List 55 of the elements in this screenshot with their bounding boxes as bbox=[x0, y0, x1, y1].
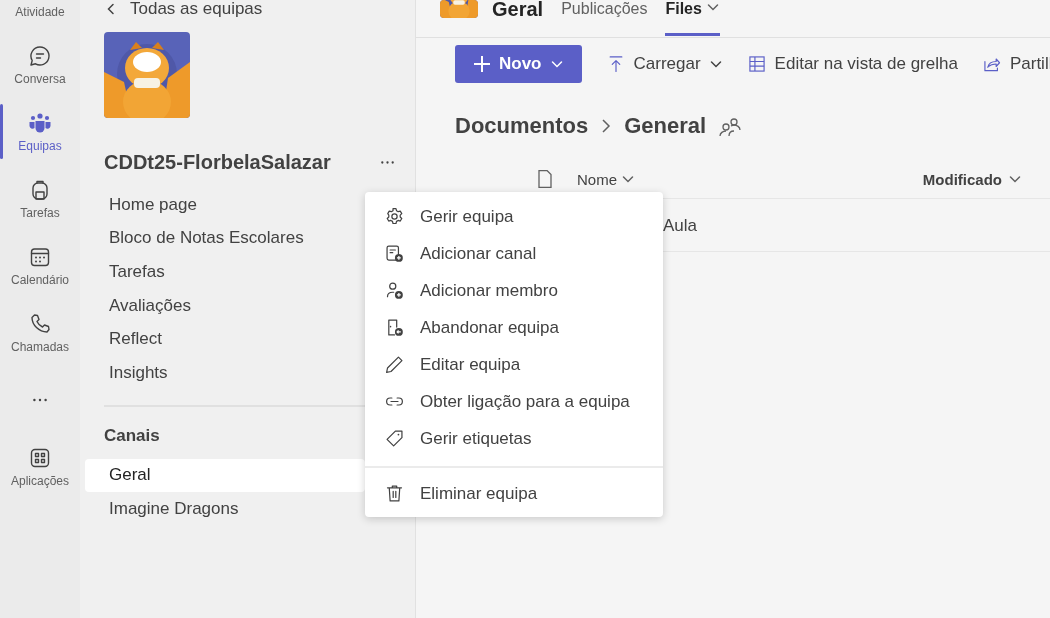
rail-button[interactable]: Chamadas bbox=[0, 299, 80, 366]
more-options-button[interactable] bbox=[381, 160, 394, 164]
chevron-right-icon bbox=[600, 118, 613, 134]
list-add-icon bbox=[384, 243, 405, 264]
menu-item[interactable]: Gerir etiquetas bbox=[365, 420, 663, 457]
pencil-icon bbox=[384, 354, 405, 375]
menu-item[interactable]: Editar equipa bbox=[365, 346, 663, 383]
rail-button[interactable]: Calendário bbox=[0, 232, 80, 299]
nav-item[interactable]: Tarefas bbox=[85, 255, 365, 289]
more-icon bbox=[381, 160, 394, 164]
toolbar-button[interactable]: Carregar bbox=[605, 54, 723, 74]
grid-icon bbox=[746, 54, 767, 74]
file-name[interactable]: Aula bbox=[663, 216, 698, 236]
nav-item[interactable]: Home page bbox=[85, 188, 365, 222]
menu-item[interactable]: Obter ligação para a equipa bbox=[365, 383, 663, 420]
rail-button[interactable]: Tarefas bbox=[0, 165, 80, 232]
chat-icon bbox=[28, 43, 52, 68]
trash-icon bbox=[384, 483, 405, 504]
rail-button[interactable]: Equipas bbox=[0, 98, 80, 165]
rail-button[interactable]: Aplicações bbox=[0, 433, 80, 500]
phone-icon bbox=[28, 311, 52, 336]
people-icon bbox=[28, 110, 52, 135]
more-icon bbox=[33, 397, 47, 402]
file-icon bbox=[538, 170, 552, 188]
tab[interactable]: Publicações bbox=[561, 0, 648, 36]
person-add-icon bbox=[384, 280, 405, 301]
nav-item[interactable]: Reflect bbox=[85, 322, 365, 356]
rail-button[interactable]: Atividade bbox=[0, 0, 80, 31]
menu-item[interactable]: Abandonar equipa bbox=[365, 309, 663, 346]
menu-item[interactable]: Adicionar membro bbox=[365, 272, 663, 309]
nav-item[interactable]: Bloco de Notas Escolares bbox=[85, 221, 365, 256]
tab[interactable]: Files bbox=[665, 0, 720, 36]
rail-button[interactable]: Conversa bbox=[0, 31, 80, 98]
back-link[interactable]: Todas as equipas bbox=[104, 0, 263, 19]
channel-item[interactable]: Geral bbox=[85, 458, 365, 493]
new-button[interactable]: Novo bbox=[455, 45, 582, 83]
column-header[interactable]: Modificado bbox=[922, 170, 1002, 188]
channel-title: Geral bbox=[492, 0, 544, 21]
selection-bar bbox=[0, 104, 3, 159]
column-header[interactable]: Nome bbox=[577, 170, 617, 188]
tag-icon bbox=[384, 428, 405, 449]
breadcrumb-item[interactable]: Documentos bbox=[455, 113, 589, 139]
channel-item[interactable]: Imagine Dragons bbox=[85, 492, 365, 526]
section-heading: Canais bbox=[104, 424, 160, 447]
menu-item[interactable]: Gerir equipa bbox=[365, 198, 663, 235]
breadcrumb-item: General bbox=[624, 113, 707, 139]
menu-item[interactable]: Adicionar canal bbox=[365, 235, 663, 272]
toolbar-button[interactable]: Partill bbox=[981, 54, 1050, 74]
nav-item[interactable]: Avaliações bbox=[85, 288, 365, 323]
toolbar-button[interactable]: Editar na vista de grelha bbox=[746, 54, 958, 74]
team-name: CDDt25-FlorbelaSalazar bbox=[104, 150, 331, 174]
nav-item[interactable]: Insights bbox=[85, 355, 365, 390]
settings-icon bbox=[384, 206, 405, 227]
plus-icon bbox=[473, 55, 491, 73]
menu-item[interactable]: Eliminar equipa bbox=[365, 475, 663, 512]
